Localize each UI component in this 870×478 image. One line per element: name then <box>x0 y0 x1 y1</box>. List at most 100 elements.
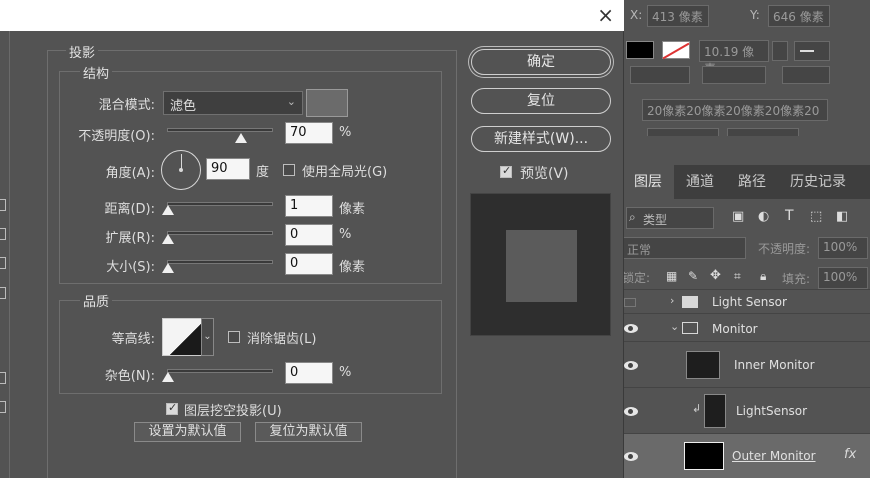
options-area: X: 413 像素 Y: 646 像素 10.19 像素 20像素20像素20像… <box>622 0 870 165</box>
opacity-slider[interactable] <box>167 128 273 132</box>
noise-slider[interactable] <box>167 369 273 373</box>
opacity-field[interactable]: 100% <box>818 237 868 259</box>
eye-icon[interactable] <box>624 452 638 461</box>
path-operations-dropdown[interactable] <box>630 66 690 84</box>
blend-mode-dropdown[interactable]: 正常 <box>622 237 746 259</box>
layer-row-selected[interactable]: Outer Monitor fx <box>622 433 870 478</box>
angle-dial[interactable] <box>161 150 201 190</box>
distance-label: 距离(D): <box>104 202 155 217</box>
fill-label: 填充: <box>782 272 811 286</box>
eye-icon[interactable] <box>624 407 638 416</box>
style-add-icon[interactable] <box>0 287 6 299</box>
ok-button[interactable]: 确定 <box>471 49 611 75</box>
panel-control[interactable] <box>727 128 799 136</box>
text-field[interactable]: 20像素20像素20像素20像素20 <box>642 99 828 121</box>
layer-row[interactable]: ↲ LightSensor <box>622 387 870 433</box>
contour-label: 等高线: <box>111 332 155 347</box>
y-field[interactable]: 646 像素 <box>768 5 830 27</box>
angle-input[interactable]: 90 <box>206 158 250 180</box>
size-slider-handle[interactable] <box>162 263 174 273</box>
noise-slider-handle[interactable] <box>162 372 174 382</box>
stroke-type-dropdown[interactable] <box>794 41 830 61</box>
preview-label: 预览(V) <box>520 166 569 182</box>
style-add-icon[interactable] <box>0 257 6 269</box>
chevron-down-icon[interactable]: ⌄ <box>201 318 214 356</box>
type-filter-icon[interactable]: T <box>785 208 794 224</box>
make-default-button[interactable]: 设置为默认值 <box>134 422 241 442</box>
styles-list-edge <box>0 31 10 478</box>
antialias-checkbox[interactable] <box>228 331 240 343</box>
reset-button[interactable]: 复位 <box>471 88 611 114</box>
filter-type-dropdown[interactable]: ⌕ 类型 <box>626 207 714 229</box>
blend-mode-value: 滤色 <box>170 99 197 114</box>
shadow-color-swatch[interactable] <box>306 89 348 117</box>
shape-filter-icon[interactable]: ⬚ <box>810 209 822 224</box>
style-add-icon[interactable] <box>0 372 6 384</box>
global-light-checkbox[interactable] <box>283 164 295 176</box>
layer-row[interactable]: › Light Sensor <box>622 289 870 313</box>
style-add-icon[interactable] <box>0 401 6 413</box>
lock-position-icon[interactable]: ✥ <box>710 268 721 283</box>
stroke-color-swatch[interactable] <box>662 41 690 60</box>
fill-field[interactable]: 100% <box>818 267 868 289</box>
tab-paths[interactable]: 路径 <box>726 165 778 199</box>
spread-slider-handle[interactable] <box>162 234 174 244</box>
layer-style-dialog: × 投影 结构 混合模式: 滤色 ⌄ 不透明度(O): 70 % 角度(A): … <box>0 0 624 478</box>
lock-all-icon[interactable]: 🔒︎ <box>760 269 766 284</box>
chevron-down-icon: ⌄ <box>286 95 296 108</box>
layer-thumbnail <box>686 351 720 379</box>
smart-object-filter-icon[interactable]: ◧ <box>836 209 848 224</box>
spread-input[interactable]: 0 <box>285 224 333 246</box>
new-style-button[interactable]: 新建样式(W)... <box>471 126 611 152</box>
layer-row[interactable]: ⌄ Monitor <box>622 313 870 341</box>
opacity-label: 不透明度(O): <box>78 129 155 144</box>
layer-name: Inner Monitor <box>734 358 815 372</box>
fill-color-swatch[interactable] <box>626 41 654 59</box>
folder-icon <box>682 296 698 308</box>
tab-history[interactable]: 历史记录 <box>778 165 858 199</box>
panel-control[interactable] <box>647 128 719 136</box>
visibility-toggle[interactable] <box>624 298 636 307</box>
line-style-icon <box>800 50 814 52</box>
adjustment-filter-icon[interactable]: ◐ <box>758 209 769 224</box>
path-alignment-dropdown[interactable] <box>702 66 766 84</box>
layer-row[interactable]: Inner Monitor <box>622 341 870 387</box>
size-slider[interactable] <box>167 260 273 264</box>
chevron-down-icon[interactable]: ⌄ <box>670 320 679 333</box>
blend-mode-select[interactable]: 滤色 ⌄ <box>163 91 303 115</box>
reset-default-button[interactable]: 复位为默认值 <box>255 422 362 442</box>
opacity-input[interactable]: 70 <box>285 122 333 144</box>
angle-label: 角度(A): <box>105 166 155 181</box>
tab-layers[interactable]: 图层 <box>622 165 674 199</box>
distance-slider-handle[interactable] <box>162 205 174 215</box>
layer-name: Monitor <box>712 322 758 336</box>
distance-input[interactable]: 1 <box>285 195 333 217</box>
noise-input[interactable]: 0 <box>285 362 333 384</box>
chevron-right-icon[interactable]: › <box>670 294 674 307</box>
x-field[interactable]: 413 像素 <box>647 5 709 27</box>
lock-artboard-icon[interactable]: ⌗ <box>734 269 741 284</box>
size-input[interactable]: 0 <box>285 253 333 275</box>
layer-effects-icon[interactable]: fx <box>844 447 856 462</box>
style-add-icon[interactable] <box>0 199 6 211</box>
spread-slider[interactable] <box>167 231 273 235</box>
style-add-icon[interactable] <box>0 228 6 240</box>
lock-paint-icon[interactable]: ✎ <box>688 269 698 283</box>
lock-pixels-icon[interactable]: ▦ <box>666 269 677 283</box>
path-arrangement-dropdown[interactable] <box>782 66 830 84</box>
opacity-slider-handle[interactable] <box>235 133 248 143</box>
layer-name: Light Sensor <box>712 295 787 309</box>
tab-channels[interactable]: 通道 <box>674 165 726 199</box>
eye-icon[interactable] <box>624 324 638 333</box>
eye-icon[interactable] <box>624 361 638 370</box>
stroke-width-field[interactable]: 10.19 像素 <box>699 40 769 76</box>
image-filter-icon[interactable]: ▣ <box>732 209 744 224</box>
opacity-label: 不透明度: <box>758 242 811 256</box>
knockout-checkbox[interactable] <box>166 401 178 415</box>
preview-checkbox[interactable] <box>500 164 512 178</box>
x-label: X: <box>630 8 643 22</box>
angle-unit: 度 <box>256 165 270 180</box>
distance-slider[interactable] <box>167 202 273 206</box>
close-icon[interactable]: × <box>597 4 614 26</box>
stroke-width-dropdown[interactable] <box>772 41 788 61</box>
